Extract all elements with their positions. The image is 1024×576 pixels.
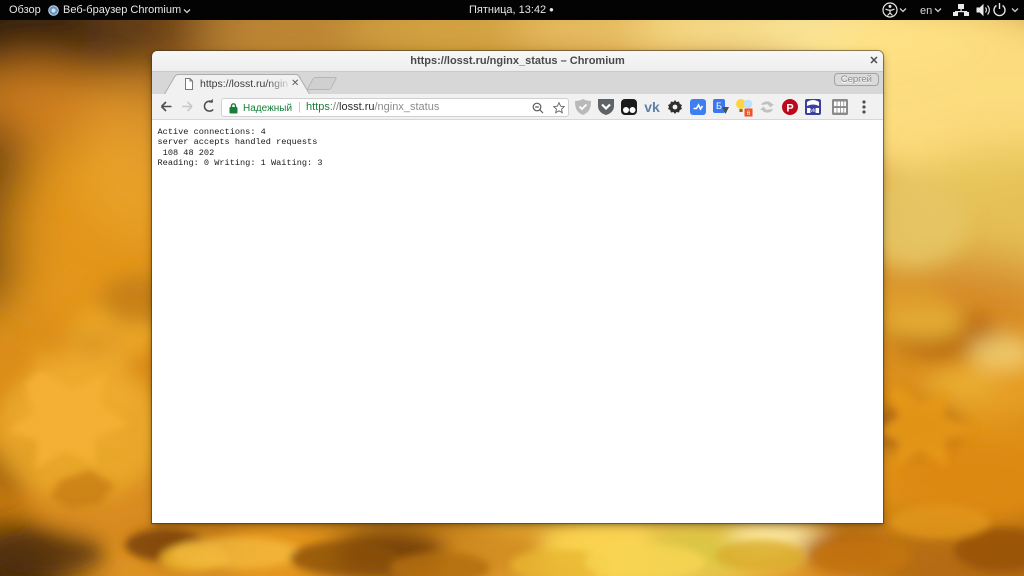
- svg-text:6: 6: [747, 110, 751, 117]
- svg-text:vk: vk: [811, 108, 817, 114]
- svg-text:P: P: [786, 103, 793, 115]
- svg-text:en: en: [920, 5, 932, 17]
- svg-text:vk: vk: [644, 99, 660, 115]
- svg-text:Б: Б: [716, 101, 722, 111]
